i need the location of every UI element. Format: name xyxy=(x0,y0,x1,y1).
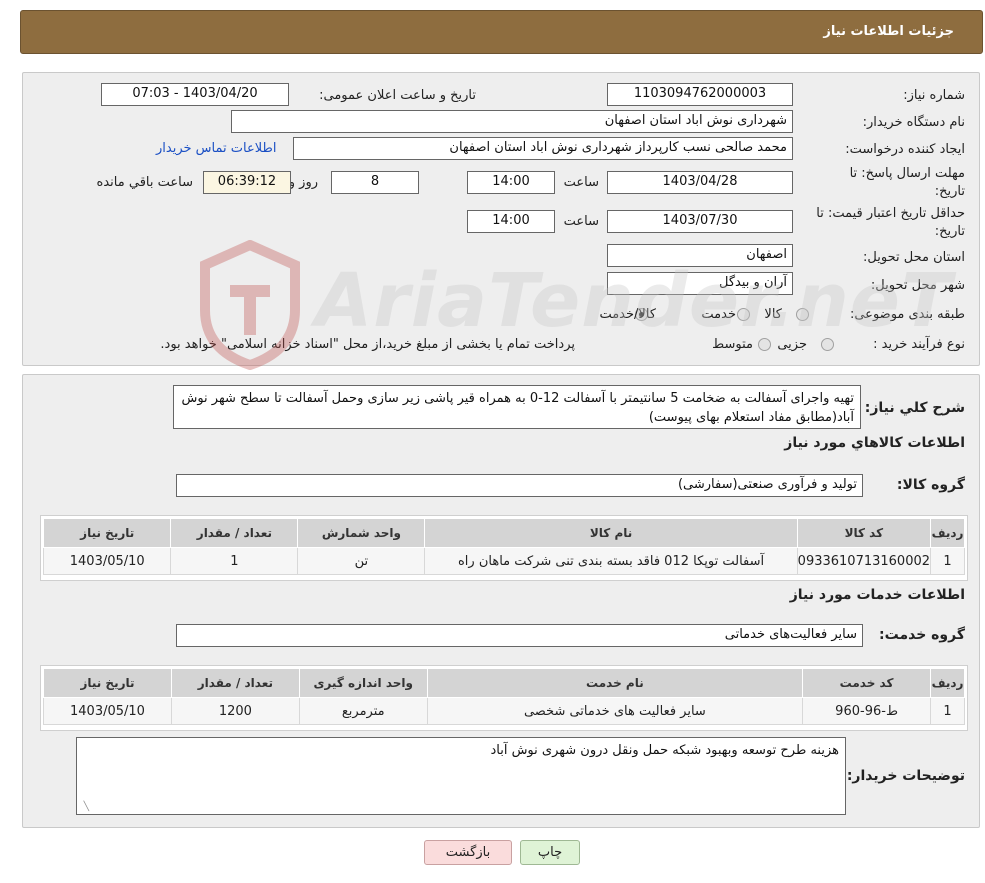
goods-table-frame: رديف کد کالا نام کالا واحد شمارش تعداد /… xyxy=(40,515,968,581)
category-radio-goods[interactable] xyxy=(796,308,809,321)
goods-cell-qty: 1 xyxy=(170,547,299,575)
service-group-field: سایر فعالیت‌های خدماتی xyxy=(176,624,863,647)
category-option-service: خدمت xyxy=(701,307,736,322)
services-section-title: اطلاعات خدمات مورد نياز xyxy=(789,587,965,603)
price-validity-label-2: تاریخ: xyxy=(934,224,965,239)
services-col-row: رديف xyxy=(930,668,965,698)
category-label: طبقه بندی موضوعی: xyxy=(849,307,965,322)
announce-datetime-field: 1403/04/20 - 07:03 xyxy=(101,83,289,106)
province-field: اصفهان xyxy=(607,244,793,267)
services-cell-code: ط-96-960 xyxy=(802,697,932,725)
reply-time-label: ساعت xyxy=(563,175,599,190)
back-button[interactable]: بازگشت xyxy=(424,840,512,865)
remaining-time-field: 06:39:12 xyxy=(203,171,291,194)
services-col-date: تاریخ نیاز xyxy=(43,668,172,698)
need-number-field: 1103094762000003 xyxy=(607,83,793,106)
goods-col-qty: تعداد / مقدار xyxy=(170,518,299,548)
services-cell-name: سایر فعالیت های خدماتی شخصی xyxy=(426,697,804,725)
resize-grip-icon[interactable]: ╲ xyxy=(80,803,89,812)
services-cell-qty: 1200 xyxy=(170,697,300,725)
description-field[interactable]: تهیه واجرای آسفالت به ضخامت 5 سانتیمتر ب… xyxy=(173,385,861,429)
service-group-label: گروه خدمت: xyxy=(879,627,965,643)
category-option-goods-service: کالا/خدمت xyxy=(599,307,656,322)
buyer-notes-label: توضیحات خریدار: xyxy=(846,768,965,784)
process-payment-note: پرداخت تمام یا بخشی از مبلغ خرید،از محل … xyxy=(160,337,575,352)
buyer-notes-field[interactable]: هزینه طرح توسعه وبهبود شبکه حمل ونقل درو… xyxy=(76,737,846,815)
city-label: شهر محل تحویل: xyxy=(870,278,965,293)
need-number-label: شماره نیاز: xyxy=(903,88,965,103)
services-col-qty: تعداد / مقدار xyxy=(170,668,300,698)
days-label: روز و xyxy=(288,175,318,190)
need-info-panel: شماره نیاز: 1103094762000003 تاریخ و ساع… xyxy=(22,72,980,366)
goods-col-unit: واحد شمارش xyxy=(297,518,426,548)
print-button[interactable]: چاپ xyxy=(520,840,580,865)
services-table: رديف کد خدمت نام خدمت واحد اندازه گیری ت… xyxy=(43,668,965,725)
reply-deadline-label-2: تاریخ: xyxy=(934,184,965,199)
validity-date-field: 1403/07/30 xyxy=(607,210,793,233)
goods-cell-code: 0933610713160002 xyxy=(796,547,932,575)
buyer-org-label: نام دستگاه خریدار: xyxy=(862,115,965,130)
description-label: شرح کلي نياز: xyxy=(864,400,965,416)
province-label: استان محل تحویل: xyxy=(863,250,965,265)
buyer-notes-text: هزینه طرح توسعه وبهبود شبکه حمل ونقل درو… xyxy=(490,743,839,758)
validity-time-field: 14:00 xyxy=(467,210,555,233)
goods-col-row: رديف xyxy=(930,518,965,548)
category-radio-service[interactable] xyxy=(737,308,750,321)
category-option-goods: کالا xyxy=(764,307,782,322)
announce-datetime-label: تاریخ و ساعت اعلان عمومی: xyxy=(319,88,476,103)
buyer-contact-link[interactable]: اطلاعات تماس خریدار xyxy=(156,141,276,156)
goods-cell-name: آسفالت توپکا 012 فاقد بسته بندی تنی شرکت… xyxy=(424,547,798,575)
goods-group-field: تولید و فرآوری صنعتی(سفارشی) xyxy=(176,474,863,497)
table-row: 1 0933610713160002 آسفالت توپکا 012 فاقد… xyxy=(42,547,965,575)
days-remaining-field: 8 xyxy=(331,171,419,194)
process-option-minor: جزیی xyxy=(777,337,807,352)
reply-date-field: 1403/04/28 xyxy=(607,171,793,194)
services-col-unit: واحد اندازه گیری xyxy=(298,668,428,698)
process-radio-medium[interactable] xyxy=(758,338,771,351)
goods-col-code: کد کالا xyxy=(796,518,932,548)
goods-cell-row: 1 xyxy=(930,547,965,575)
table-row: 1 ط-96-960 سایر فعالیت های خدماتی شخصی م… xyxy=(43,697,965,725)
city-field: آران و بیدگل xyxy=(607,272,793,295)
goods-col-name: نام کالا xyxy=(424,518,798,548)
services-cell-unit: مترمربع xyxy=(298,697,428,725)
requester-field: محمد صالحی نسب کارپرداز شهرداری نوش اباد… xyxy=(293,137,793,160)
services-table-frame: رديف کد خدمت نام خدمت واحد اندازه گیری ت… xyxy=(40,665,968,731)
purchase-process-label: نوع فرآیند خرید : xyxy=(873,337,965,352)
validity-time-label: ساعت xyxy=(563,214,599,229)
process-option-medium: متوسط xyxy=(712,337,753,352)
goods-section-title: اطلاعات کالاهاي مورد نياز xyxy=(784,435,965,451)
details-panel: شرح کلي نياز: تهیه واجرای آسفالت به ضخام… xyxy=(22,374,980,828)
page-title: جزئیات اطلاعات نیاز xyxy=(823,24,954,39)
requester-label: ایجاد کننده درخواست: xyxy=(845,142,965,157)
services-cell-date: 1403/05/10 xyxy=(43,697,172,725)
services-table-header: رديف کد خدمت نام خدمت واحد اندازه گیری ت… xyxy=(43,668,965,698)
goods-table-header: رديف کد کالا نام کالا واحد شمارش تعداد /… xyxy=(42,518,965,548)
goods-table: رديف کد کالا نام کالا واحد شمارش تعداد /… xyxy=(42,518,965,575)
reply-time-field: 14:00 xyxy=(467,171,555,194)
process-radio-minor[interactable] xyxy=(821,338,834,351)
price-validity-label: حداقل تاریخ اعتبار قیمت: تا xyxy=(816,206,965,221)
goods-group-label: گروه کالا: xyxy=(896,477,965,493)
services-cell-row: 1 xyxy=(930,697,965,725)
goods-col-date: تاریخ نیاز xyxy=(42,518,172,548)
goods-cell-date: 1403/05/10 xyxy=(42,547,172,575)
remaining-time-label: ساعت باقي مانده xyxy=(96,175,193,190)
goods-cell-unit: تن xyxy=(297,547,426,575)
buyer-org-field: شهرداری نوش اباد استان اصفهان xyxy=(231,110,793,133)
services-col-name: نام خدمت xyxy=(426,668,804,698)
page-header: جزئیات اطلاعات نیاز xyxy=(20,10,983,54)
services-col-code: کد خدمت xyxy=(802,668,932,698)
reply-deadline-label: مهلت ارسال پاسخ: تا xyxy=(849,166,965,181)
